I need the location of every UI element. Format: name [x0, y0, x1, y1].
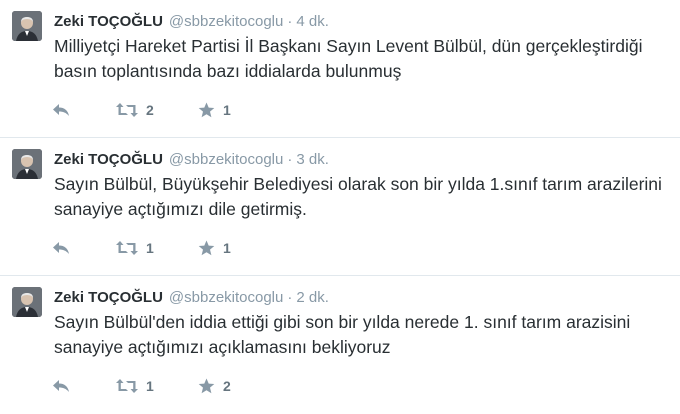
timestamp[interactable]: 2 dk.: [296, 289, 329, 306]
tweet-text: Sayın Bülbül, Büyükşehir Belediyesi olar…: [54, 174, 662, 219]
star-icon: [198, 102, 215, 118]
star-icon: [198, 240, 215, 256]
avatar[interactable]: [12, 11, 42, 41]
reply-icon: [52, 378, 70, 394]
display-name[interactable]: Zeki TOÇOĞLU: [54, 13, 163, 30]
star-icon: [198, 378, 215, 394]
avatar[interactable]: [12, 287, 42, 317]
favorite-button[interactable]: 1: [198, 236, 231, 260]
username[interactable]: @sbbzekitocoglu: [169, 151, 283, 168]
reply-button[interactable]: [52, 98, 70, 122]
favorite-count: 1: [223, 102, 231, 118]
retweet-button[interactable]: 2: [116, 98, 154, 122]
timestamp[interactable]: 3 dk.: [296, 151, 329, 168]
retweet-icon: [116, 378, 138, 394]
retweet-icon: [116, 240, 138, 256]
retweet-count: 2: [146, 102, 154, 118]
tweet-header: Zeki TOÇOĞLU @sbbzekitocoglu · 2 dk.: [54, 289, 329, 307]
username[interactable]: @sbbzekitocoglu: [169, 289, 283, 306]
separator-dot: ·: [287, 289, 293, 306]
tweet-header: Zeki TOÇOĞLU @sbbzekitocoglu · 4 dk.: [54, 13, 329, 31]
avatar[interactable]: [12, 149, 42, 179]
separator-dot: ·: [287, 151, 293, 168]
timestamp[interactable]: 4 dk.: [296, 13, 329, 30]
retweet-count: 1: [146, 378, 154, 394]
retweet-icon: [116, 102, 138, 118]
display-name[interactable]: Zeki TOÇOĞLU: [54, 151, 163, 168]
retweet-button[interactable]: 1: [116, 374, 154, 398]
favorite-button[interactable]: 1: [198, 98, 231, 122]
favorite-count: 2: [223, 378, 231, 394]
tweet-header: Zeki TOÇOĞLU @sbbzekitocoglu · 3 dk.: [54, 151, 329, 169]
retweet-count: 1: [146, 240, 154, 256]
tweet-text: Milliyetçi Hareket Partisi İl Başkanı Sa…: [54, 36, 643, 81]
reply-button[interactable]: [52, 374, 70, 398]
tweet[interactable]: Zeki TOÇOĞLU @sbbzekitocoglu · 2 dk. Sayın …: [0, 276, 680, 414]
retweet-button[interactable]: 1: [116, 236, 154, 260]
favorite-count: 1: [223, 240, 231, 256]
reply-icon: [52, 102, 70, 118]
separator-dot: ·: [287, 13, 293, 30]
favorite-button[interactable]: 2: [198, 374, 231, 398]
username[interactable]: @sbbzekitocoglu: [169, 13, 283, 30]
display-name[interactable]: Zeki TOÇOĞLU: [54, 289, 163, 306]
tweet[interactable]: Zeki TOÇOĞLU @sbbzekitocoglu · 4 dk. Milliy…: [0, 0, 680, 138]
tweet[interactable]: Zeki TOÇOĞLU @sbbzekitocoglu · 3 dk. Sayın …: [0, 138, 680, 276]
reply-button[interactable]: [52, 236, 70, 260]
timeline: Zeki TOÇOĞLU @sbbzekitocoglu · 4 dk. Milliy…: [0, 0, 680, 414]
tweet-text: Sayın Bülbül'den iddia ettiği gibi son b…: [54, 312, 631, 357]
reply-icon: [52, 240, 70, 256]
